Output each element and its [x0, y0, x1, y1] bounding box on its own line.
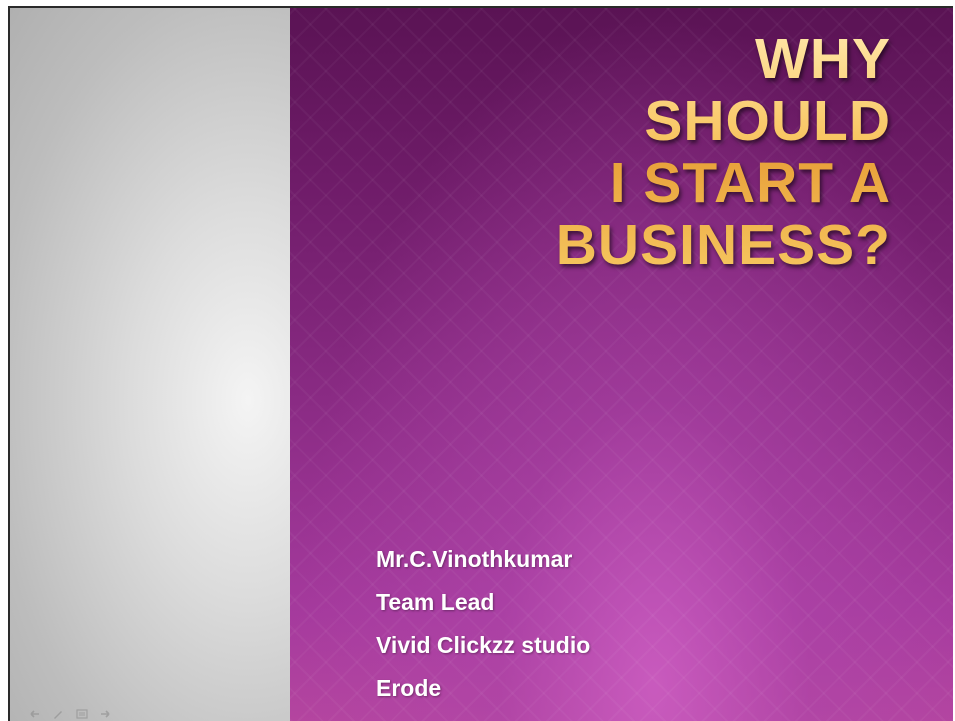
- slide-title-line: I START A: [609, 151, 891, 215]
- presentation-slide[interactable]: WHY SHOULD I START A BUSINESS? Mr.C.Vino…: [290, 8, 953, 721]
- slide-side-panel: [10, 8, 290, 721]
- author-name: Mr.C.Vinothkumar: [376, 546, 573, 572]
- slideshow-screen: WHY SHOULD I START A BUSINESS? Mr.C.Vino…: [0, 0, 955, 721]
- next-arrow-icon[interactable]: [100, 708, 112, 720]
- slide-title: WHY SHOULD I START A BUSINESS?: [556, 28, 891, 276]
- author-location: Erode: [376, 675, 442, 701]
- previous-arrow-icon[interactable]: [28, 708, 40, 720]
- pen-icon[interactable]: [52, 708, 64, 720]
- slide-menu-icon[interactable]: [76, 708, 88, 720]
- slideshow-controls: [28, 708, 112, 720]
- slide-title-line: WHY: [755, 27, 891, 91]
- slide-title-line: SHOULD: [644, 89, 891, 153]
- author-role: Team Lead: [376, 589, 495, 615]
- slide-title-line: BUSINESS?: [555, 213, 891, 277]
- author-company: Vivid Clickzz studio: [376, 632, 591, 658]
- slide-author-block: Mr.C.Vinothkumar Team Lead Vivid Clickzz…: [376, 538, 590, 710]
